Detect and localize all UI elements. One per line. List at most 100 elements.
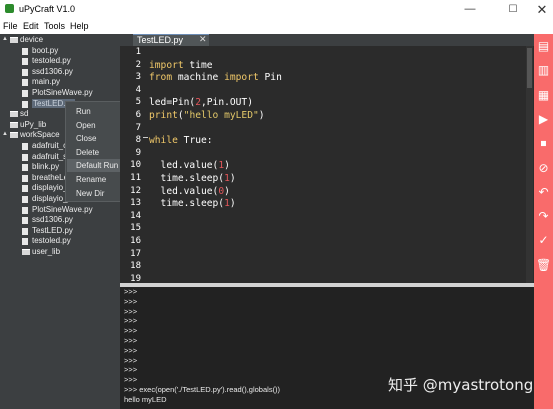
file-icon: [22, 68, 28, 76]
save-icon[interactable]: ▦: [536, 88, 551, 103]
tree-item-label: testoled.py: [32, 236, 71, 246]
code-token: led=Pin(: [149, 97, 196, 109]
tree-item-label: breatheLe: [32, 172, 69, 182]
tree-item[interactable]: testoled.py: [0, 56, 120, 67]
context-menu-item[interactable]: Run: [67, 105, 125, 118]
close-window-button[interactable]: ✕: [527, 1, 553, 18]
code-token: ): [229, 173, 236, 184]
tree-item-label: uPy_lib: [20, 119, 47, 129]
code-token: from: [149, 72, 173, 84]
download-run-icon[interactable]: ▶: [536, 112, 551, 127]
code-line[interactable]: led=Pin(2,Pin.OUT): [149, 97, 529, 108]
menu-edit[interactable]: Edit: [23, 21, 39, 31]
code-token: led.value(: [149, 160, 219, 172]
tree-item-label: blink.py: [32, 162, 60, 172]
code-line[interactable]: time.sleep(1): [149, 173, 529, 184]
code-line[interactable]: led.value(1): [149, 160, 529, 171]
expand-arrow-icon[interactable]: ▲: [2, 36, 8, 42]
menu-file[interactable]: File: [3, 21, 18, 31]
code-line[interactable]: from machine import Pin: [149, 72, 529, 83]
line-number: 16: [130, 236, 141, 246]
window-title: uPyCraft V1.0: [19, 4, 76, 14]
connect-icon[interactable]: ⊘: [536, 161, 551, 176]
tree-item-label: PlotSineWave.py: [32, 204, 93, 214]
tab-label: TestLED.py: [137, 35, 184, 45]
tree-item[interactable]: testoled.py: [0, 236, 120, 247]
tree-item[interactable]: ssd1306.py: [0, 215, 120, 226]
stop-icon[interactable]: ⏹: [536, 136, 551, 151]
new-file-icon[interactable]: ▤: [536, 39, 551, 54]
maximize-button[interactable]: ☐: [498, 1, 528, 18]
context-menu-item[interactable]: New Dir: [67, 187, 125, 200]
terminal-line: >>>: [124, 365, 138, 375]
expand-arrow-icon[interactable]: ▲: [2, 131, 8, 137]
tree-item[interactable]: boot.py: [0, 46, 120, 57]
menu-tools[interactable]: Tools: [44, 21, 65, 31]
tree-item-label: adafruit_s: [32, 151, 68, 161]
line-number: 14: [130, 210, 141, 221]
context-menu-item[interactable]: Default Run: [67, 159, 125, 173]
terminal-line: >>>: [124, 316, 138, 326]
undo-icon[interactable]: ↶: [536, 185, 551, 200]
code-line[interactable]: print("hello myLED"): [149, 110, 529, 121]
file-icon: [22, 227, 28, 235]
tree-item-label: ssd1306.py: [32, 215, 73, 225]
app-icon: [5, 4, 14, 13]
code-line[interactable]: while True:: [149, 135, 529, 146]
syntax-check-icon[interactable]: ✓: [536, 233, 551, 248]
tab-close-icon[interactable]: ✕: [199, 34, 207, 45]
file-icon: [22, 206, 28, 214]
fold-marker-icon[interactable]: [143, 137, 148, 138]
context-menu-item[interactable]: Delete: [67, 146, 125, 159]
terminal-line: >>>: [124, 345, 138, 355]
file-icon: [22, 58, 28, 66]
code-token: ): [224, 160, 230, 172]
line-number: 18: [130, 261, 141, 272]
tree-item[interactable]: user_lib: [0, 247, 120, 258]
clear-icon[interactable]: 🗑: [536, 258, 551, 273]
code-line[interactable]: time.sleep(1): [149, 198, 529, 209]
line-number: 10: [130, 160, 141, 171]
code-line[interactable]: led.value(0): [149, 186, 529, 197]
tree-item[interactable]: PlotSineWave.py: [0, 205, 120, 216]
right-toolbar: ▤ ▥ ▦ ▶ ⏹ ⊘ ↶ ↷ ✓ 🗑: [534, 34, 553, 409]
code-token: True:: [177, 135, 213, 147]
context-menu-item[interactable]: Rename: [67, 173, 125, 186]
redo-icon[interactable]: ↷: [536, 209, 551, 224]
file-icon: [22, 90, 28, 97]
context-menu: Run Open Close Delete Default Run Rename New D…: [65, 101, 126, 202]
menu-help[interactable]: Help: [70, 21, 89, 31]
line-number: 1: [135, 47, 141, 57]
terminal-line: >>>: [124, 355, 138, 365]
tree-item-label: PlotSineWave.py: [32, 88, 93, 97]
code-token: print: [149, 110, 178, 121]
code-token: time: [183, 59, 213, 71]
tree-item-label: TestLED.py: [32, 225, 73, 235]
tree-item[interactable]: main.py: [0, 77, 120, 88]
editor-scrollbar-thumb[interactable]: [527, 48, 532, 88]
open-file-icon[interactable]: ▥: [536, 63, 551, 78]
context-menu-item[interactable]: Open: [67, 119, 125, 132]
code-editor[interactable]: 1 2 3 4 5 6 7 8 9 10 11 12 13 14 15 16 17 18 19 import tim…: [120, 46, 534, 283]
folder-icon: [22, 249, 30, 255]
file-icon: [22, 153, 28, 161]
tree-item[interactable]: ssd1306.py: [0, 67, 120, 78]
minimize-button[interactable]: —: [455, 1, 485, 18]
tree-item[interactable]: ▲ device: [0, 35, 120, 46]
file-icon: [22, 185, 28, 193]
menu-bar: File Edit Tools Help: [0, 19, 553, 34]
line-number: 12: [130, 185, 141, 196]
folder-icon: [10, 121, 18, 128]
code-token: machine: [172, 72, 225, 84]
tree-item[interactable]: PlotSineWave.py: [0, 88, 120, 99]
code-token: time.sleep(: [149, 173, 225, 184]
line-number: 11: [130, 173, 141, 183]
tab-testled[interactable]: TestLED.py ✕: [133, 34, 209, 46]
context-menu-item[interactable]: Close: [67, 132, 125, 145]
tree-item[interactable]: TestLED.py: [0, 226, 120, 237]
tree-item-label: user_lib: [32, 247, 61, 256]
line-number: 8: [135, 135, 141, 146]
file-icon: [22, 196, 28, 203]
code-line[interactable]: import time: [149, 60, 529, 71]
tree-item-label: ssd1306.py: [32, 66, 73, 76]
